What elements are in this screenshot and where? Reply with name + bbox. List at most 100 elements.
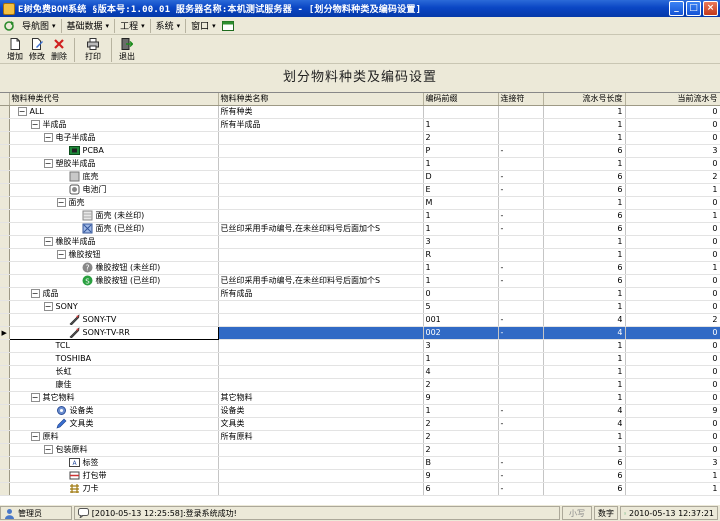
- cell-serial-length[interactable]: 4: [543, 417, 626, 431]
- cell-current-serial[interactable]: 2: [625, 170, 720, 184]
- cell-current-serial[interactable]: 1: [625, 261, 720, 275]
- cell-separator[interactable]: [498, 391, 544, 405]
- cell-separator[interactable]: [498, 118, 544, 132]
- cell-code-prefix[interactable]: 9: [423, 391, 499, 405]
- row-indicator[interactable]: [0, 417, 10, 431]
- cell-serial-length[interactable]: 1: [543, 131, 626, 145]
- cell-separator[interactable]: [498, 365, 544, 379]
- cell-separator[interactable]: [498, 105, 544, 119]
- cell-serial-length[interactable]: 6: [543, 469, 626, 483]
- cell-current-serial[interactable]: 0: [625, 287, 720, 301]
- cell-serial-length[interactable]: 6: [543, 222, 626, 236]
- cell-serial-length[interactable]: 1: [543, 352, 626, 366]
- table-row[interactable]: A 标签 B -6 3: [0, 456, 720, 470]
- row-indicator[interactable]: [0, 391, 10, 405]
- cell-code-prefix[interactable]: 002: [423, 326, 499, 340]
- cell-category-name[interactable]: [218, 300, 424, 314]
- cell-category-code[interactable]: PCBA: [9, 144, 219, 158]
- row-indicator[interactable]: [0, 313, 10, 327]
- cell-category-name[interactable]: [218, 183, 424, 197]
- cell-separator[interactable]: [498, 339, 544, 353]
- cell-current-serial[interactable]: 0: [625, 378, 720, 392]
- header-serial-length[interactable]: 流水号长度: [543, 93, 626, 106]
- tree-toggle-icon[interactable]: −: [30, 120, 40, 129]
- table-row[interactable]: − 橡胶按钮 R 1 0: [0, 248, 720, 262]
- cell-code-prefix[interactable]: 2: [423, 378, 499, 392]
- cell-category-code[interactable]: ? 橡胶按钮 (未丝印): [9, 261, 219, 275]
- row-indicator[interactable]: [0, 118, 10, 132]
- cell-category-code[interactable]: − 包装原料: [9, 443, 219, 457]
- cell-category-code[interactable]: 打包带: [9, 469, 219, 483]
- cell-separator[interactable]: [498, 287, 544, 301]
- minimize-button[interactable]: _: [669, 1, 684, 16]
- cell-current-serial[interactable]: 0: [625, 339, 720, 353]
- cell-separator[interactable]: [498, 430, 544, 444]
- cell-code-prefix[interactable]: P: [423, 144, 499, 158]
- row-indicator[interactable]: [0, 170, 10, 184]
- cell-category-name[interactable]: [218, 170, 424, 184]
- table-row[interactable]: 长虹 4 1 0: [0, 365, 720, 379]
- cell-code-prefix[interactable]: M: [423, 196, 499, 210]
- cell-separator[interactable]: [498, 235, 544, 249]
- cell-serial-length[interactable]: 6: [543, 456, 626, 470]
- cell-current-serial[interactable]: 0: [625, 326, 720, 340]
- cell-serial-length[interactable]: 1: [543, 430, 626, 444]
- cell-separator[interactable]: [498, 378, 544, 392]
- table-row[interactable]: − 其它物料 其它物料 9 1 0: [0, 391, 720, 405]
- tree-toggle-icon[interactable]: −: [43, 445, 53, 454]
- cell-serial-length[interactable]: 1: [543, 365, 626, 379]
- cell-category-code[interactable]: 设备类: [9, 404, 219, 418]
- row-indicator[interactable]: [0, 274, 10, 288]
- row-indicator[interactable]: [0, 404, 10, 418]
- cell-current-serial[interactable]: 0: [625, 365, 720, 379]
- cell-code-prefix[interactable]: 1: [423, 118, 499, 132]
- menu-system[interactable]: 系统 ▾: [152, 18, 185, 34]
- cell-category-code[interactable]: 长虹: [9, 365, 219, 379]
- cell-current-serial[interactable]: 0: [625, 248, 720, 262]
- table-row[interactable]: − 半成品 所有半成品 1 1 0: [0, 118, 720, 132]
- row-indicator[interactable]: [0, 339, 10, 353]
- cell-serial-length[interactable]: 6: [543, 144, 626, 158]
- cell-code-prefix[interactable]: 2: [423, 430, 499, 444]
- cell-separator[interactable]: [498, 131, 544, 145]
- cell-category-code[interactable]: SONY-TV: [9, 313, 219, 327]
- cell-code-prefix[interactable]: 4: [423, 365, 499, 379]
- cell-category-code[interactable]: 底壳: [9, 170, 219, 184]
- row-indicator[interactable]: [0, 469, 10, 483]
- cell-serial-length[interactable]: 6: [543, 209, 626, 223]
- tree-toggle-icon[interactable]: −: [30, 289, 40, 298]
- cell-serial-length[interactable]: 1: [543, 118, 626, 132]
- table-row[interactable]: 设备类 设备类 1-4 9: [0, 404, 720, 418]
- menu-window[interactable]: 窗口 ▾: [187, 18, 220, 34]
- cell-separator[interactable]: -: [498, 170, 544, 184]
- cell-code-prefix[interactable]: 6: [423, 482, 499, 496]
- cell-serial-length[interactable]: 6: [543, 170, 626, 184]
- cell-serial-length[interactable]: 4: [543, 404, 626, 418]
- cell-category-name[interactable]: [218, 469, 424, 483]
- cell-category-code[interactable]: − 塑胶半成品: [9, 157, 219, 171]
- cell-separator[interactable]: -: [498, 482, 544, 496]
- cell-current-serial[interactable]: 0: [625, 274, 720, 288]
- tree-toggle-icon[interactable]: −: [43, 159, 53, 168]
- table-row[interactable]: PCBA P -6 3: [0, 144, 720, 158]
- table-row[interactable]: ? 橡胶按钮 (未丝印) 1-6 1: [0, 261, 720, 275]
- cell-category-code[interactable]: 面壳 (已丝印): [9, 222, 219, 236]
- cell-category-code[interactable]: − 成品: [9, 287, 219, 301]
- cell-category-name[interactable]: [218, 131, 424, 145]
- cell-code-prefix[interactable]: 001: [423, 313, 499, 327]
- row-indicator[interactable]: [0, 131, 10, 145]
- cell-serial-length[interactable]: 1: [543, 300, 626, 314]
- table-row[interactable]: SONY-TV 001-4 2: [0, 313, 720, 327]
- cell-serial-length[interactable]: 1: [543, 287, 626, 301]
- cell-category-name[interactable]: [218, 313, 424, 327]
- cell-category-name[interactable]: [218, 456, 424, 470]
- table-row[interactable]: 电池门 E -6 1: [0, 183, 720, 197]
- tree-toggle-icon[interactable]: −: [56, 198, 66, 207]
- cell-code-prefix[interactable]: 1: [423, 261, 499, 275]
- table-row[interactable]: − 面壳 M 1 0: [0, 196, 720, 210]
- cell-current-serial[interactable]: 3: [625, 144, 720, 158]
- cell-code-prefix[interactable]: 1: [423, 209, 499, 223]
- table-row[interactable]: ▶ SONY-TV-RR 002-4 0: [0, 325, 720, 340]
- cell-current-serial[interactable]: 0: [625, 222, 720, 236]
- row-indicator[interactable]: [0, 235, 10, 249]
